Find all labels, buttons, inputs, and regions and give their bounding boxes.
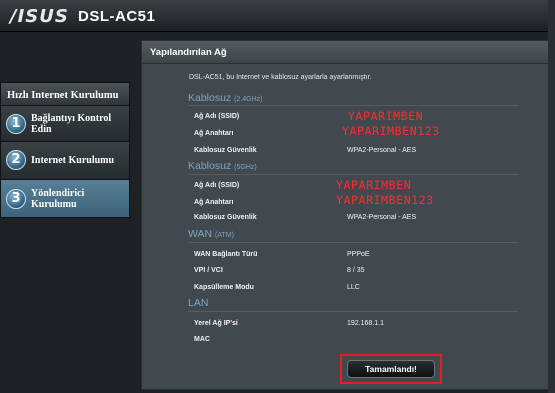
divider xyxy=(142,63,550,64)
key-overlay: YAPARIMBEN123 xyxy=(336,193,434,207)
sidebar-item-label-line2: Edin xyxy=(31,124,52,135)
encapsulation-value: LLC xyxy=(347,284,360,291)
step-number-icon: 2 xyxy=(6,150,26,170)
divider xyxy=(188,242,518,243)
security-label: Kablosuz Güvenlik xyxy=(194,147,257,154)
model-name: DSL-AC51 xyxy=(78,8,156,25)
section-wan: WAN (ATM) xyxy=(188,228,234,240)
divider xyxy=(188,174,518,175)
section-title: LAN xyxy=(188,297,209,309)
section-title: Kablosuz xyxy=(188,92,232,104)
sidebar-item-label-line2: Kurulumu xyxy=(31,199,77,210)
key-label: Ağ Anahtarı xyxy=(194,199,234,206)
security-value: WPA2-Personal - AES xyxy=(347,147,417,154)
configured-network-panel: Yapılandırılan Ağ DSL-AC51, bu Internet … xyxy=(141,40,551,390)
section-title: Kablosuz xyxy=(188,160,232,172)
ssid-label: Ağ Adı (SSID) xyxy=(194,113,240,120)
security-value: WPA2-Personal - AES xyxy=(347,214,417,221)
vpi-vci-value: 8 / 35 xyxy=(347,267,365,274)
step-number-icon: 3 xyxy=(6,189,26,209)
encapsulation-label: Kapsülleme Modu xyxy=(194,284,254,291)
section-wireless-5ghz: Kablosuz (5GHz) xyxy=(188,160,257,172)
mac-label: MAC xyxy=(194,336,210,343)
scrollbar[interactable] xyxy=(548,0,555,393)
section-sub: (ATM) xyxy=(215,232,234,239)
section-wireless-24ghz: Kablosuz (2.4GHz) xyxy=(188,92,263,104)
section-band: (2.4GHz) xyxy=(234,96,263,103)
finish-button-highlight: Tamamlandı! xyxy=(340,354,442,384)
section-title: WAN xyxy=(188,228,213,240)
ssid-overlay: YAPARIMBEN xyxy=(336,178,412,192)
wan-type-value: PPPoE xyxy=(347,251,370,258)
sidebar-item-check-connection[interactable]: 1 Bağlantıyı Kontrol Edin xyxy=(0,106,130,142)
sidebar-item-label: Internet Kurulumu xyxy=(31,155,115,166)
top-banner: /ISUS DSL-AC51 xyxy=(0,0,555,32)
sidebar-item-internet-setup[interactable]: 2 Internet Kurulumu xyxy=(0,142,130,180)
security-label: Kablosuz Güvenlik xyxy=(194,214,257,221)
key-overlay: YAPARIMBEN123 xyxy=(342,124,440,138)
sidebar-item-label: Bağlantıyı Kontrol xyxy=(31,113,112,124)
divider xyxy=(188,105,518,106)
lan-ip-value: 192.168.1.1 xyxy=(347,320,384,327)
intro-text: DSL-AC51, bu Internet ve kablosuz ayarla… xyxy=(189,74,372,81)
sidebar-title: Hızlı Internet Kurulumu xyxy=(0,82,130,106)
sidebar: Hızlı Internet Kurulumu 1 Bağlantıyı Kon… xyxy=(0,82,130,218)
panel-title: Yapılandırılan Ağ xyxy=(142,41,550,63)
vpi-vci-label: VPI / VCI xyxy=(194,267,223,274)
ssid-overlay: YAPARIMBEN xyxy=(348,109,424,123)
finish-button[interactable]: Tamamlandı! xyxy=(347,360,435,378)
sidebar-item-label: Yönlendirici xyxy=(31,188,85,199)
key-label: Ağ Anahtarı xyxy=(194,130,234,137)
brand-logo: /ISUS xyxy=(10,6,69,27)
section-band: (5GHz) xyxy=(234,164,257,171)
step-number-icon: 1 xyxy=(6,114,26,134)
section-lan: LAN xyxy=(188,297,208,309)
ssid-label: Ağ Adı (SSID) xyxy=(194,182,240,189)
divider xyxy=(188,311,518,312)
sidebar-item-router-setup[interactable]: 3 Yönlendirici Kurulumu xyxy=(0,180,130,218)
lan-ip-label: Yerel Ağ IP'si xyxy=(194,320,238,327)
wan-type-label: WAN Bağlantı Türü xyxy=(194,251,258,258)
